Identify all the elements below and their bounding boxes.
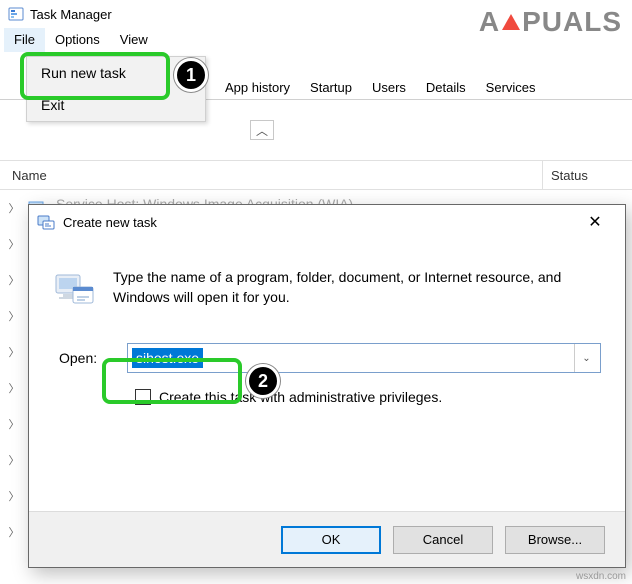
tab-startup[interactable]: Startup — [301, 75, 361, 99]
column-status[interactable]: Status — [542, 161, 632, 189]
expander-icon[interactable]: 〉 — [6, 200, 22, 216]
close-icon: ✕ — [588, 212, 601, 232]
columns-header: Name Status — [0, 160, 632, 190]
watermark-triangle-icon — [502, 14, 520, 30]
tab-details[interactable]: Details — [417, 75, 475, 99]
tab-users[interactable]: Users — [363, 75, 415, 99]
tab-app-history[interactable]: App history — [216, 75, 299, 99]
dialog-footer: OK Cancel Browse... — [29, 511, 625, 567]
chevron-down-icon: ⌄ — [582, 353, 590, 364]
expander-icon[interactable]: 〉 — [6, 524, 22, 540]
expander-icon[interactable]: 〉 — [6, 344, 22, 360]
expander-icon[interactable]: 〉 — [6, 236, 22, 252]
column-name[interactable]: Name — [0, 168, 542, 183]
admin-checkbox[interactable] — [135, 389, 151, 405]
expander-icon[interactable]: 〉 — [6, 308, 22, 324]
tab-services[interactable]: Services — [477, 75, 545, 99]
open-combobox[interactable]: sihost.exe ⌄ — [127, 343, 601, 373]
expander-icon[interactable]: 〉 — [6, 488, 22, 504]
expander-icon[interactable]: 〉 — [6, 452, 22, 468]
dialog-description: Type the name of a program, folder, docu… — [113, 267, 583, 308]
create-new-task-dialog: Create new task ✕ Type the name of a pro… — [28, 204, 626, 568]
watermark-text-a: A — [479, 6, 500, 37]
menu-view[interactable]: View — [110, 28, 158, 52]
run-illustration-icon — [53, 267, 95, 309]
dialog-body: Type the name of a program, folder, docu… — [29, 255, 625, 507]
cancel-button[interactable]: Cancel — [393, 526, 493, 554]
dialog-close-button[interactable]: ✕ — [573, 207, 617, 237]
admin-checkbox-label[interactable]: Create this task with administrative pri… — [159, 389, 442, 405]
watermark-logo: A PUALS — [479, 6, 622, 38]
combobox-dropdown-button[interactable]: ⌄ — [574, 344, 598, 372]
open-input-selection: sihost.exe — [132, 348, 203, 368]
run-dialog-icon — [37, 213, 55, 231]
annotation-badge-2: 2 — [246, 364, 280, 398]
expander-icon[interactable]: 〉 — [6, 416, 22, 432]
menu-options[interactable]: Options — [45, 28, 110, 52]
image-credit: wsxdn.com — [576, 571, 626, 582]
dialog-title: Create new task — [63, 215, 573, 230]
annotation-badge-1: 1 — [174, 58, 208, 92]
expander-icon[interactable]: 〉 — [6, 380, 22, 396]
fewer-details-chevron-icon[interactable]: ︿ — [250, 120, 274, 140]
watermark-text-b: PUALS — [522, 6, 622, 37]
browse-button[interactable]: Browse... — [505, 526, 605, 554]
window-title: Task Manager — [30, 7, 112, 22]
expander-icon[interactable]: 〉 — [6, 272, 22, 288]
task-manager-icon — [8, 6, 24, 22]
ok-button[interactable]: OK — [281, 526, 381, 554]
menu-exit[interactable]: Exit — [27, 89, 205, 121]
menu-file[interactable]: File — [4, 28, 45, 52]
dialog-titlebar: Create new task ✕ — [29, 205, 625, 239]
open-label: Open: — [53, 350, 127, 366]
